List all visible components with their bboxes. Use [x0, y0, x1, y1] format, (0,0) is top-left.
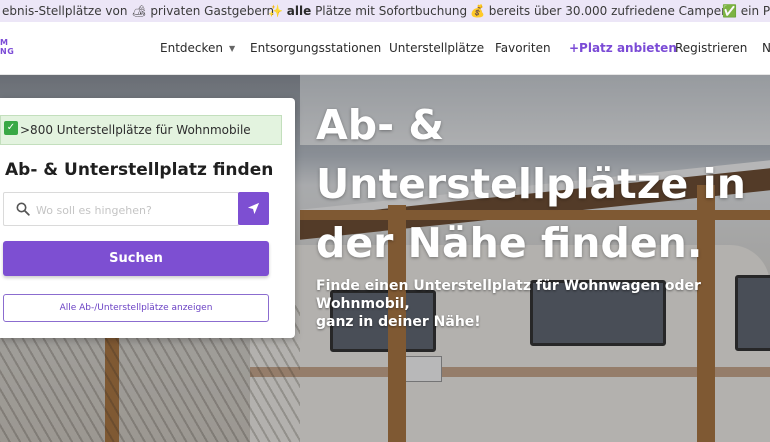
nav-platz-anbieten[interactable]: +Platz anbieten: [569, 40, 677, 56]
chevron-down-icon: ▼: [229, 44, 236, 53]
nav-entdecken[interactable]: Entdecken ▼: [160, 40, 235, 58]
show-all-button[interactable]: Alle Ab-/Unterstellplätze anzeigen: [3, 294, 269, 322]
search-card-title: Ab- & Unterstellplatz finden: [5, 160, 274, 180]
announcement-bold-all: alle: [286, 4, 312, 18]
nav-unterstellplaetze[interactable]: Unterstellplätze: [389, 40, 484, 56]
nav-registrieren[interactable]: Registrieren: [675, 40, 747, 56]
check-icon: ✓: [4, 121, 18, 135]
count-badge: ✓ >800 Unterstellplätze für Wohnmobile: [0, 115, 282, 145]
search-button[interactable]: Suchen: [3, 241, 269, 276]
announcement-instant-text: Plätze mit Sofortbuchung: [311, 4, 468, 18]
search-field[interactable]: [3, 192, 239, 226]
hero-title-line-1: Ab- &: [316, 101, 445, 149]
count-badge-text: >800 Unterstellplätze für Wohnmobile: [20, 123, 251, 137]
money-bag-icon: 💰: [470, 4, 485, 18]
check-icon: ✅: [722, 4, 737, 18]
hero-subtitle-line-1: Finde einen Unterstellplatz für Wohnwage…: [316, 278, 701, 312]
search-input[interactable]: [34, 199, 233, 221]
hero-subtitle: Finde einen Unterstellplatz für Wohnwage…: [316, 277, 766, 331]
search-icon: [16, 202, 30, 216]
logo-line-1: M: [0, 38, 9, 47]
locate-me-button[interactable]: [238, 192, 269, 225]
logo[interactable]: M NG: [0, 38, 14, 56]
announcement-campers: 💰 bereits über 30.000 zufriedene Camper: [470, 3, 726, 19]
nav-entdecken-label: Entdecken: [160, 41, 223, 55]
sparkle-icon: ✨: [268, 4, 283, 18]
hero-subtitle-line-2: ganz in deiner Nähe!: [316, 314, 481, 330]
hero-title-line-3: der Nähe finden.: [316, 219, 703, 267]
announcement-bar: ebnis-Stellplätze von 🏕 privaten Gastgeb…: [0, 0, 770, 22]
hero-title: Ab- & Unterstellplätze in der Nähe finde…: [316, 96, 756, 273]
announcement-premium: ✅ ein Pre: [722, 3, 770, 19]
site-header: M NG Entdecken ▼ Entsorgungsstationen Unt…: [0, 22, 770, 75]
hero-title-line-2: Unterstellplätze in: [316, 160, 746, 208]
nav-favoriten[interactable]: Favoriten: [495, 40, 551, 56]
location-arrow-icon: [247, 202, 260, 215]
announcement-hosts: ebnis-Stellplätze von 🏕 privaten Gastgeb…: [2, 4, 275, 18]
nav-entsorgungsstationen[interactable]: Entsorgungsstationen: [250, 40, 381, 56]
announcement-campers-text: bereits über 30.000 zufriedene Camper: [488, 4, 727, 18]
announcement-premium-text: ein Pre: [740, 4, 770, 18]
nav-more[interactable]: N: [762, 40, 770, 56]
search-card: ✓ >800 Unterstellplätze für Wohnmobile A…: [0, 98, 295, 338]
announcement-instant-booking: ✨ alle Plätze mit Sofortbuchung: [268, 3, 467, 19]
logo-line-2: NG: [0, 47, 15, 56]
